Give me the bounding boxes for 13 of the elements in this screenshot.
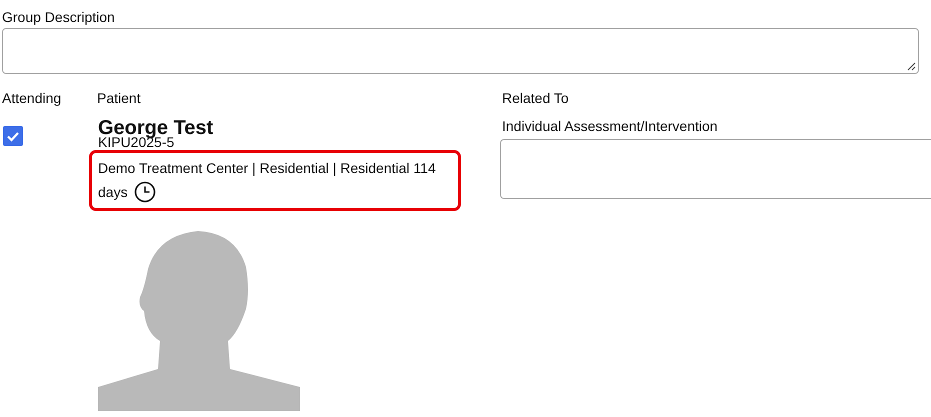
patient-name: George Test (98, 118, 214, 138)
resize-grip-icon (907, 62, 916, 71)
related-field[interactable] (500, 139, 931, 199)
attending-checkbox[interactable] (3, 126, 23, 146)
patient-details: days (98, 183, 128, 202)
patient-details: Demo Treatment Center | Residential | Residential 114 (98, 159, 437, 178)
column-header: Attending (1, 89, 62, 107)
column-header: Related To (501, 89, 570, 107)
field-label: Group Description (1, 8, 116, 26)
group-description-field[interactable] (2, 28, 919, 74)
clock-icon (134, 181, 156, 203)
column-header: Patient (96, 89, 142, 107)
field-label: Individual Assessment/Intervention (501, 117, 719, 135)
